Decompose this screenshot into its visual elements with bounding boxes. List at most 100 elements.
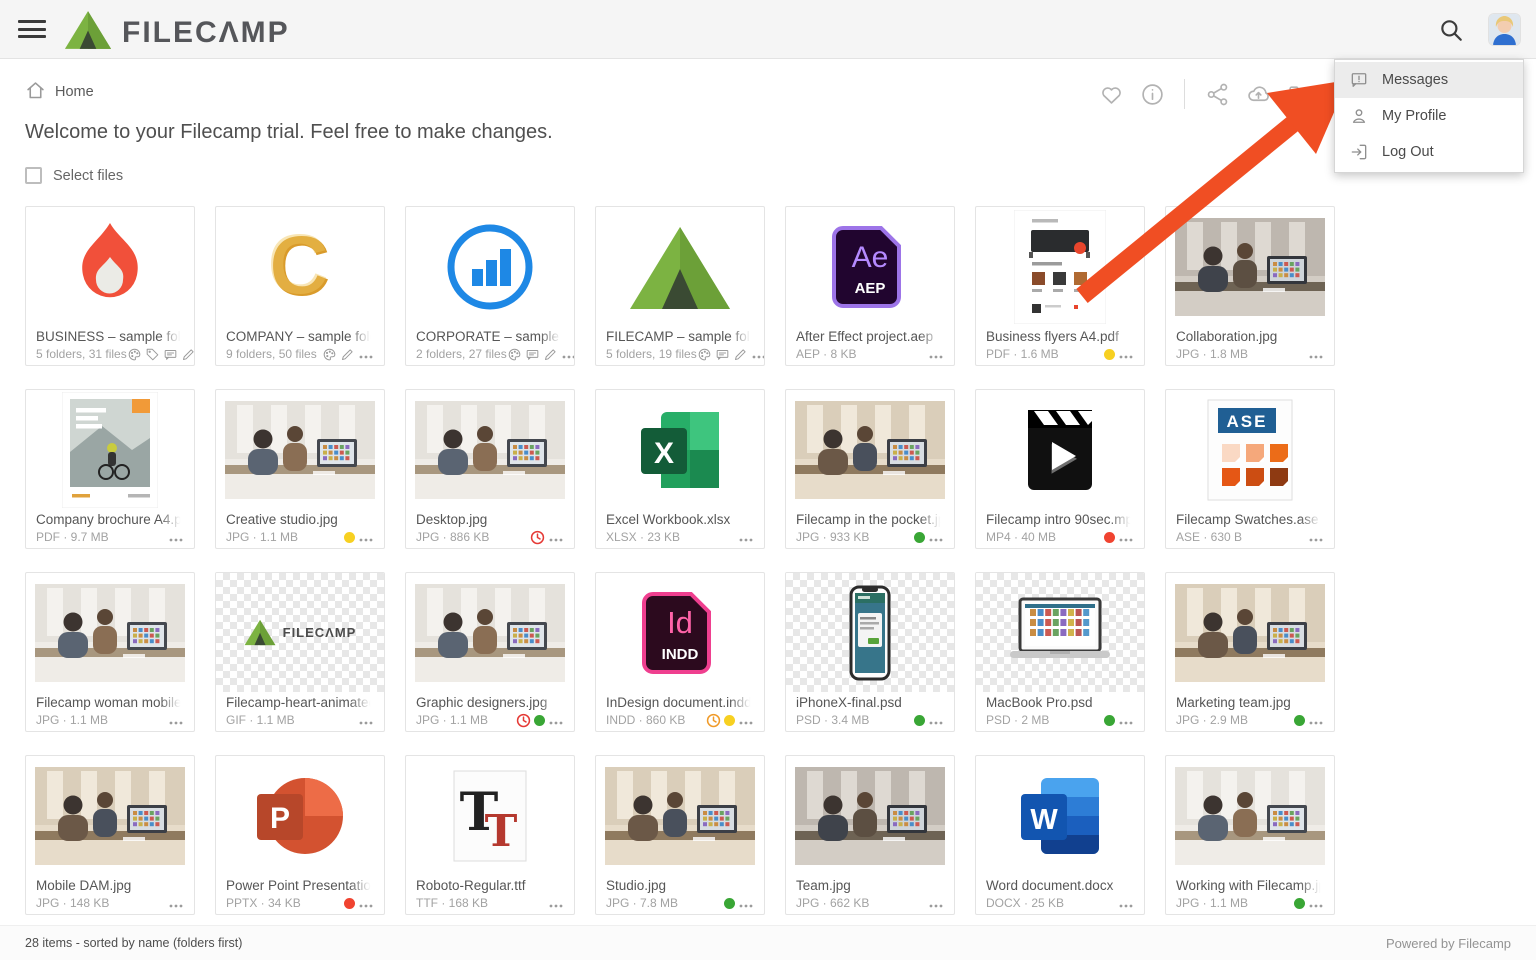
color-label-icon[interactable] — [322, 347, 337, 362]
file-card[interactable]: AeAEP After Effect project.aep AEP · 8 K… — [785, 206, 955, 366]
file-card[interactable]: Filecamp intro 90sec.mp4 MP4 · 40 MB — [975, 389, 1145, 549]
file-meta: GIF · 1.1 MB — [226, 713, 295, 727]
more-options-button[interactable] — [1308, 898, 1324, 909]
more-options-button[interactable] — [928, 715, 944, 726]
comment-icon[interactable] — [525, 347, 540, 362]
file-card[interactable]: Business flyers A4.pdf PDF · 1.6 MB — [975, 206, 1145, 366]
comment-icon[interactable] — [163, 347, 178, 362]
folder-card[interactable]: BUSINESS – sample folder 5 folders, 31 f… — [25, 206, 195, 366]
comment-icon[interactable] — [715, 347, 730, 362]
more-options-button[interactable] — [928, 349, 944, 360]
more-options-button[interactable] — [548, 715, 564, 726]
filecamp-tent-icon — [64, 10, 112, 55]
folder-card[interactable]: FILECAMP – sample folder 5 folders, 19 f… — [595, 206, 765, 366]
menu-item-messages[interactable]: Messages — [1335, 62, 1523, 98]
edit-icon[interactable] — [340, 347, 355, 362]
color-label-icon[interactable] — [507, 347, 522, 362]
file-card[interactable]: iPhoneX-final.psd PSD · 3.4 MB — [785, 572, 955, 732]
file-meta: PDF · 9.7 MB — [36, 530, 109, 544]
edit-icon[interactable] — [181, 347, 195, 362]
favorite-heart-icon[interactable] — [1098, 81, 1124, 107]
file-card[interactable]: Desktop.jpg JPG · 886 KB — [405, 389, 575, 549]
file-card[interactable]: IdINDD InDesign document.indd INDD · 860… — [595, 572, 765, 732]
more-options-button[interactable] — [358, 715, 374, 726]
file-name: COMPANY – sample folder — [226, 327, 374, 346]
more-options-button[interactable] — [358, 898, 374, 909]
breadcrumb[interactable]: Home — [25, 80, 94, 105]
select-files-control[interactable]: Select files — [25, 167, 1511, 184]
more-options-button[interactable] — [1308, 349, 1324, 360]
menu-item-my-profile[interactable]: My Profile — [1335, 98, 1523, 134]
user-avatar[interactable] — [1489, 14, 1520, 45]
upload-cloud-icon[interactable] — [1245, 81, 1271, 107]
more-options-button[interactable] — [168, 532, 184, 543]
more-options-button[interactable] — [548, 898, 564, 909]
search-icon[interactable] — [1438, 17, 1464, 43]
file-thumbnail — [1166, 573, 1334, 692]
more-options-button[interactable] — [358, 349, 374, 360]
file-meta: JPG · 1.1 MB — [416, 713, 488, 727]
file-card[interactable]: Studio.jpg JPG · 7.8 MB — [595, 755, 765, 915]
color-label-icon[interactable] — [697, 347, 712, 362]
file-card[interactable]: Graphic designers.jpg JPG · 1.1 MB — [405, 572, 575, 732]
file-thumbnail: W — [976, 756, 1144, 875]
file-card[interactable]: FILECΛMP Filecamp-heart-animated.gif GIF… — [215, 572, 385, 732]
menu-item-log-out[interactable]: Log Out — [1335, 134, 1523, 170]
more-options-button[interactable] — [1118, 898, 1134, 909]
file-card[interactable]: W Word document.docx DOCX · 25 KB — [975, 755, 1145, 915]
filecamp-logo[interactable]: FILECΛMP — [64, 10, 290, 55]
more-options-button[interactable] — [1308, 715, 1324, 726]
more-options-button[interactable] — [561, 349, 575, 360]
more-options-button[interactable] — [1118, 349, 1134, 360]
file-name: Creative studio.jpg — [226, 510, 374, 529]
approval-dot-yellow-icon — [1104, 349, 1115, 360]
file-card[interactable]: P Power Point Presentation.pptx PPTX · 3… — [215, 755, 385, 915]
more-options-button[interactable] — [1118, 715, 1134, 726]
folder-card[interactable]: CORPORATE – sample folder 2 folders, 27 … — [405, 206, 575, 366]
info-icon[interactable] — [1139, 81, 1165, 107]
file-card[interactable]: X Excel Workbook.xlsx XLSX · 23 KB — [595, 389, 765, 549]
more-options-button[interactable] — [1308, 532, 1324, 543]
file-meta: JPG · 2.9 MB — [1176, 713, 1248, 727]
select-files-label: Select files — [53, 168, 123, 184]
file-card[interactable]: Creative studio.jpg JPG · 1.1 MB — [215, 389, 385, 549]
share-icon[interactable] — [1204, 81, 1230, 107]
more-options-button[interactable] — [1118, 532, 1134, 543]
welcome-message: Welcome to your Filecamp trial. Feel fre… — [25, 121, 1511, 144]
folder-icon[interactable] — [1286, 81, 1312, 107]
file-card[interactable]: Working with Filecamp.jpg JPG · 1.1 MB — [1165, 755, 1335, 915]
more-options-button[interactable] — [928, 532, 944, 543]
svg-text:INDD: INDD — [662, 646, 699, 663]
approval-dot-green-icon — [914, 532, 925, 543]
file-card[interactable]: Filecamp woman mobile.jpg JPG · 1.1 MB — [25, 572, 195, 732]
file-card[interactable]: Collaboration.jpg JPG · 1.8 MB — [1165, 206, 1335, 366]
more-options-button[interactable] — [738, 532, 754, 543]
file-card[interactable]: MacBook Pro.psd PSD · 2 MB — [975, 572, 1145, 732]
file-card[interactable]: ASE Filecamp Swatches.ase ASE · 630 B — [1165, 389, 1335, 549]
menu-icon[interactable] — [18, 17, 46, 41]
more-options-button[interactable] — [168, 898, 184, 909]
select-files-checkbox[interactable] — [25, 167, 42, 184]
folder-card[interactable]: CC COMPANY – sample folder 9 folders, 50… — [215, 206, 385, 366]
file-thumbnail: FILECΛMP — [216, 573, 384, 692]
more-options-button[interactable] — [928, 898, 944, 909]
approval-dot-green-icon — [1294, 715, 1305, 726]
profile-icon — [1349, 106, 1369, 126]
file-card[interactable]: Team.jpg JPG · 662 KB — [785, 755, 955, 915]
edit-icon[interactable] — [733, 347, 748, 362]
file-card[interactable]: Mobile DAM.jpg JPG · 148 KB — [25, 755, 195, 915]
tag-icon[interactable] — [145, 347, 160, 362]
file-card[interactable]: TT Roboto-Regular.ttf TTF · 168 KB — [405, 755, 575, 915]
file-name: CORPORATE – sample folder — [416, 327, 564, 346]
edit-icon[interactable] — [543, 347, 558, 362]
file-card[interactable]: Marketing team.jpg JPG · 2.9 MB — [1165, 572, 1335, 732]
more-options-button[interactable] — [358, 532, 374, 543]
color-label-icon[interactable] — [127, 347, 142, 362]
more-options-button[interactable] — [738, 715, 754, 726]
file-card[interactable]: Filecamp in the pocket.jpg JPG · 933 KB — [785, 389, 955, 549]
more-options-button[interactable] — [738, 898, 754, 909]
more-options-button[interactable] — [548, 532, 564, 543]
more-options-button[interactable] — [751, 349, 765, 360]
more-options-button[interactable] — [168, 715, 184, 726]
file-card[interactable]: Company brochure A4.pdf PDF · 9.7 MB — [25, 389, 195, 549]
